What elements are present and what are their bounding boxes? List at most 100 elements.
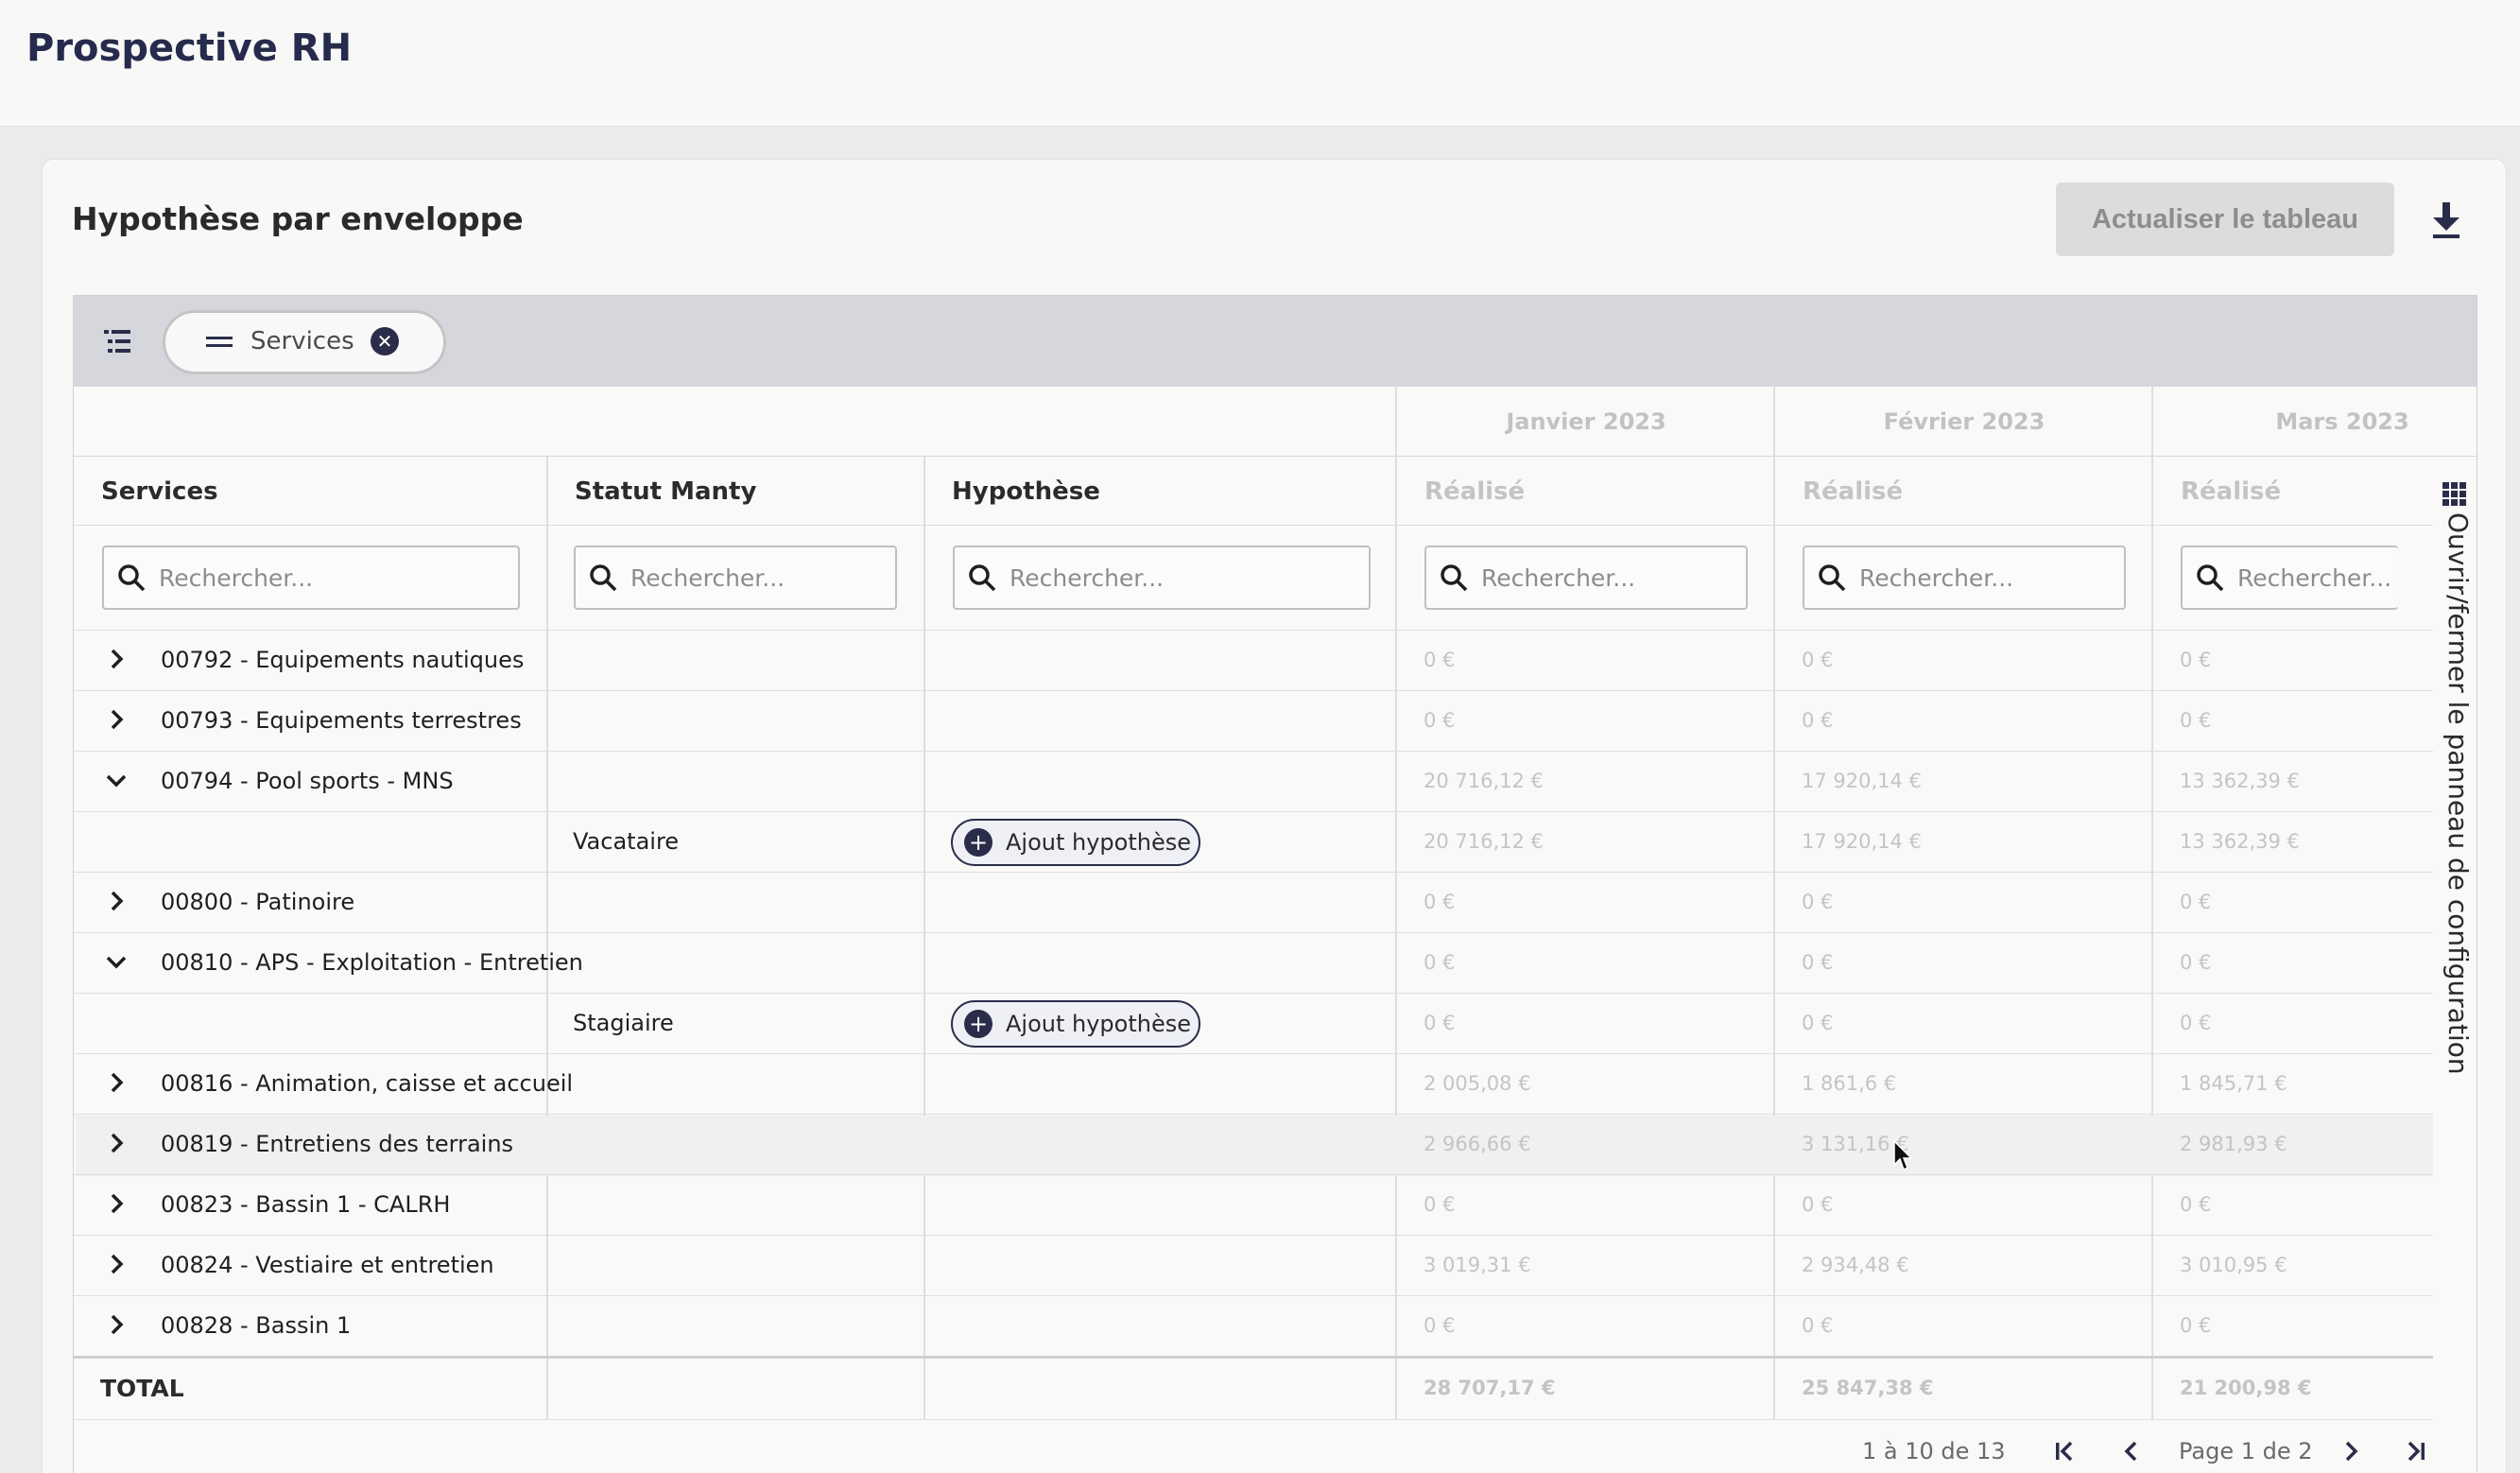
mouse-cursor-icon	[1893, 1140, 1913, 1171]
total-fevrier: 25 847,38 €	[1802, 1377, 1934, 1399]
row-statut-label: Vacataire	[573, 828, 680, 855]
cell-janvier: 20 716,12 €	[1424, 830, 1544, 853]
cell-fevrier: 0 €	[1802, 1314, 1834, 1337]
cell-janvier: 0 €	[1424, 1012, 1456, 1034]
cell-mars: 3 010,95 €	[2180, 1254, 2287, 1276]
column-header-statut[interactable]: Statut Manty	[575, 477, 756, 506]
search-placeholder: Rechercher...	[2237, 564, 2392, 592]
cell-mars: 0 €	[2180, 891, 2212, 913]
download-icon[interactable]	[2429, 200, 2463, 240]
cell-fevrier: 0 €	[1802, 891, 1834, 913]
app-title: Prospective RH	[26, 26, 353, 70]
row-service-label: 00823 - Bassin 1 - CALRH	[161, 1191, 451, 1218]
search-icon	[2197, 564, 2224, 592]
app-header	[0, 0, 2520, 127]
row-service-label: 00828 - Bassin 1	[161, 1312, 352, 1339]
month-header-mars: Mars 2023	[2275, 408, 2409, 435]
col-divider	[2151, 387, 2153, 1419]
search-icon	[590, 564, 617, 592]
search-placeholder: Rechercher...	[1481, 564, 1636, 592]
pagination-range: 1 à 10 de 13	[1862, 1438, 2006, 1464]
search-placeholder: Rechercher...	[1859, 564, 2014, 592]
add-hypothesis-label: Ajout hypothèse	[1006, 1011, 1192, 1037]
column-header-realise-mars[interactable]: Réalisé	[2181, 477, 2281, 506]
search-input-hypothese[interactable]: Rechercher...	[953, 546, 1371, 610]
cell-fevrier: 2 934,48 €	[1802, 1254, 1909, 1276]
cell-janvier: 3 019,31 €	[1424, 1254, 1531, 1276]
add-hypothesis-label: Ajout hypothèse	[1006, 829, 1192, 856]
row-divider	[74, 1419, 2433, 1420]
row-service-label: 00793 - Equipements terrestres	[161, 707, 522, 734]
chevron-right-icon[interactable]	[104, 647, 129, 671]
chevron-right-icon[interactable]	[104, 889, 129, 913]
cell-janvier: 2 005,08 €	[1424, 1072, 1531, 1095]
column-header-realise-janvier[interactable]: Réalisé	[1424, 477, 1525, 506]
row-service-label: 00824 - Vestiaire et entretien	[161, 1252, 494, 1278]
drag-bars-icon[interactable]	[206, 337, 233, 348]
search-icon	[118, 564, 146, 592]
add-hypothesis-button[interactable]: + Ajout hypothèse	[951, 819, 1200, 866]
refresh-table-button[interactable]: Actualiser le tableau	[2056, 182, 2394, 256]
search-input-janvier[interactable]: Rechercher...	[1424, 546, 1748, 610]
row-divider	[74, 751, 2433, 752]
first-page-icon[interactable]	[2053, 1439, 2078, 1464]
cell-mars: 1 845,71 €	[2180, 1072, 2287, 1095]
search-input-mars[interactable]: Rechercher...	[2181, 546, 2398, 610]
cell-mars: 0 €	[2180, 709, 2212, 732]
row-divider	[74, 993, 2433, 994]
plus-icon: +	[964, 828, 992, 857]
config-panel-toggle[interactable]: Ouvrir/fermer le panneau de configuratio…	[2433, 492, 2480, 1078]
search-placeholder: Rechercher...	[159, 564, 314, 592]
search-icon	[1441, 564, 1468, 592]
chevron-right-icon[interactable]	[104, 1312, 129, 1337]
row-divider	[74, 1235, 2433, 1236]
row-divider	[74, 1053, 2433, 1054]
close-icon[interactable]: ✕	[371, 327, 399, 355]
chevron-down-icon[interactable]	[104, 768, 129, 792]
cell-janvier: 2 966,66 €	[1424, 1133, 1531, 1155]
cell-mars: 2 981,93 €	[2180, 1133, 2287, 1155]
cell-mars: 13 362,39 €	[2180, 770, 2300, 792]
chevron-right-icon[interactable]	[104, 707, 129, 732]
col-divider	[546, 457, 548, 1419]
cell-fevrier: 0 €	[1802, 709, 1834, 732]
search-input-fevrier[interactable]: Rechercher...	[1803, 546, 2126, 610]
row-divider	[74, 525, 2433, 526]
chevron-right-icon[interactable]	[104, 1131, 129, 1155]
cell-mars: 0 €	[2180, 649, 2212, 671]
column-header-hypothese[interactable]: Hypothèse	[952, 477, 1100, 506]
search-input-services[interactable]: Rechercher...	[102, 546, 520, 610]
chevron-right-icon[interactable]	[104, 1191, 129, 1216]
month-header-janvier: Janvier 2023	[1506, 408, 1666, 435]
row-divider	[74, 1174, 2433, 1175]
row-divider	[74, 872, 2433, 873]
cell-mars: 0 €	[2180, 951, 2212, 974]
chevron-down-icon[interactable]	[104, 949, 129, 974]
chevron-right-icon[interactable]	[104, 1252, 129, 1276]
last-page-icon[interactable]	[2403, 1439, 2427, 1464]
col-divider	[1773, 387, 1775, 1419]
search-input-statut[interactable]: Rechercher...	[574, 546, 897, 610]
column-header-realise-fevrier[interactable]: Réalisé	[1803, 477, 1903, 506]
month-header-fevrier: Février 2023	[1883, 408, 2045, 435]
next-page-icon[interactable]	[2339, 1439, 2363, 1464]
row-service-label: 00800 - Patinoire	[161, 889, 355, 915]
cell-janvier: 0 €	[1424, 649, 1456, 671]
cell-janvier: 0 €	[1424, 1193, 1456, 1216]
row-service-label: 00819 - Entretiens des terrains	[161, 1131, 514, 1157]
row-divider	[74, 630, 2433, 631]
cell-janvier: 0 €	[1424, 951, 1456, 974]
total-janvier: 28 707,17 €	[1424, 1377, 1556, 1399]
cell-janvier: 0 €	[1424, 1314, 1456, 1337]
search-icon	[1819, 564, 1846, 592]
chevron-right-icon[interactable]	[104, 1070, 129, 1095]
add-hypothesis-button[interactable]: + Ajout hypothèse	[951, 1000, 1200, 1048]
cell-fevrier: 17 920,14 €	[1802, 830, 1922, 853]
column-header-services[interactable]: Services	[101, 477, 218, 506]
row-divider	[74, 811, 2433, 812]
row-service-label: 00794 - Pool sports - MNS	[161, 768, 454, 794]
prev-page-icon[interactable]	[2119, 1439, 2144, 1464]
row-service-label: 00792 - Equipements nautiques	[161, 647, 525, 673]
cell-janvier: 20 716,12 €	[1424, 770, 1544, 792]
row-divider	[74, 932, 2433, 933]
